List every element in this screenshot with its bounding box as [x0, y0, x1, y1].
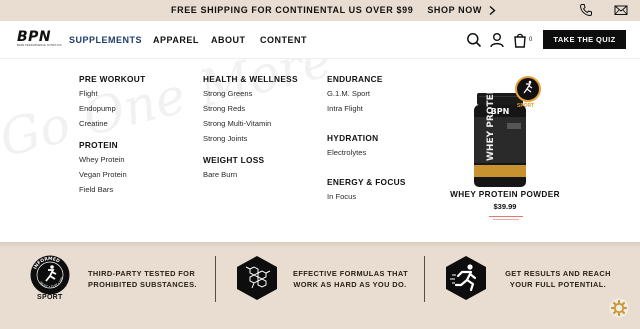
- menu-link-whey-protein[interactable]: Whey Protein: [79, 152, 145, 167]
- group-title-weight-loss: WEIGHT LOSS: [203, 155, 265, 165]
- menu-link-intra-flight[interactable]: Intra Flight: [327, 101, 406, 116]
- shop-now-link[interactable]: SHOP NOW: [427, 5, 482, 15]
- benefit-text-tested: THIRD-PARTY TESTED FOR PROHIBITED SUBSTA…: [88, 268, 197, 290]
- phone-icon[interactable]: [579, 3, 593, 17]
- benefit-divider: [215, 256, 216, 302]
- promo-message[interactable]: FREE SHIPPING FOR CONTINENTAL US OVER $9…: [171, 5, 496, 15]
- take-the-quiz-button[interactable]: TAKE THE QUIZ: [543, 30, 626, 49]
- group-title-endurance: ENDURANCE: [327, 74, 383, 84]
- brand-logo[interactable]: BPN BARE PERFORMANCE NUTRITION: [17, 29, 62, 49]
- runner-mini-icon: [523, 80, 533, 94]
- menu-column-3: ENDURANCE G.1.M. Sport Intra Flight HYDR…: [327, 73, 406, 204]
- nav-about[interactable]: ABOUT: [211, 35, 246, 45]
- menu-link-in-focus[interactable]: In Focus: [327, 189, 406, 204]
- benefit-divider: [424, 256, 425, 302]
- sport-label: SPORT: [37, 294, 63, 301]
- menu-link-electrolytes[interactable]: Electrolytes: [327, 145, 406, 160]
- menu-column-2: HEALTH & WELLNESS Strong Greens Strong R…: [203, 73, 298, 182]
- benefits-strip: INFORMED TRUST • TEST • SPORT SPORT THIR…: [0, 248, 640, 329]
- benefit-text-formulas: EFFECTIVE FORMULAS THAT WORK AS HARD AS …: [293, 268, 408, 290]
- nav-supplements[interactable]: SUPPLEMENTS: [69, 35, 142, 45]
- menu-link-strong-joints[interactable]: Strong Joints: [203, 131, 298, 146]
- menu-link-flight[interactable]: Flight: [79, 86, 145, 101]
- menu-link-field-bars[interactable]: Field Bars: [79, 182, 145, 197]
- price-underline: [489, 216, 523, 217]
- gear-icon[interactable]: [609, 298, 629, 318]
- menu-link-strong-greens[interactable]: Strong Greens: [203, 86, 298, 101]
- group-title-protein: PROTEIN: [79, 140, 118, 150]
- jar-label: WHEY PROTEIN: [486, 93, 496, 161]
- benefit-1-line-2: PROHIBITED SUBSTANCES.: [88, 280, 197, 289]
- cart-icon[interactable]: [512, 32, 528, 48]
- menu-link-bare-burn[interactable]: Bare Burn: [203, 167, 298, 182]
- informed-sport-badge-icon: INFORMED TRUST • TEST • SPORT: [29, 254, 70, 295]
- menu-link-strong-reds[interactable]: Strong Reds: [203, 101, 298, 116]
- search-icon[interactable]: [466, 32, 482, 48]
- benefit-text-results: GET RESULTS AND REACH YOUR FULL POTENTIA…: [505, 268, 611, 290]
- menu-link-endopump[interactable]: Endopump: [79, 101, 145, 116]
- group-title-health-wellness: HEALTH & WELLNESS: [203, 74, 298, 84]
- mini-badge-label: SPORT: [517, 103, 535, 109]
- user-icon[interactable]: [489, 32, 505, 48]
- benefit-2-line-2: WORK AS HARD AS YOU DO.: [293, 280, 407, 289]
- group-title-pre-workout: PRE WORKOUT: [79, 74, 146, 84]
- promo-text: FREE SHIPPING FOR CONTINENTAL US OVER $9…: [171, 5, 414, 15]
- featured-product-name[interactable]: WHEY PROTEIN POWDER: [449, 190, 561, 199]
- informed-sport-mini-badge: [515, 76, 541, 102]
- runner-hexagon-icon: [446, 256, 486, 300]
- benefit-2-line-1: EFFECTIVE FORMULAS THAT: [293, 269, 408, 278]
- molecule-hexagon-icon: [237, 256, 277, 300]
- nav-content[interactable]: CONTENT: [260, 35, 307, 45]
- logo-wordmark: BPN: [17, 29, 52, 45]
- price-underline-secondary: [493, 219, 519, 220]
- group-title-energy-focus: ENERGY & FOCUS: [327, 177, 406, 187]
- main-header: BPN BARE PERFORMANCE NUTRITION SUPPLEMEN…: [0, 21, 640, 58]
- cart-count: 0: [529, 37, 533, 43]
- chevron-right-icon: [489, 5, 496, 15]
- benefit-3-line-1: GET RESULTS AND REACH: [505, 269, 611, 278]
- supplements-mega-menu: Go One More PRE WORKOUT Flight Endopump …: [0, 58, 640, 242]
- menu-link-vegan-protein[interactable]: Vegan Protein: [79, 167, 145, 182]
- menu-link-strong-multi-vitamin[interactable]: Strong Multi-Vitamin: [203, 116, 298, 131]
- logo-tagline: BARE PERFORMANCE NUTRITION: [17, 44, 62, 47]
- nav-apparel[interactable]: APPAREL: [153, 35, 199, 45]
- menu-column-1: PRE WORKOUT Flight Endopump Creatine PRO…: [79, 73, 145, 197]
- benefit-3-line-2: YOUR FULL POTENTIAL.: [509, 280, 607, 289]
- mail-icon[interactable]: [614, 3, 628, 17]
- menu-link-creatine[interactable]: Creatine: [79, 116, 145, 131]
- group-title-hydration: HYDRATION: [327, 133, 379, 143]
- menu-link-g1m-sport[interactable]: G.1.M. Sport: [327, 86, 406, 101]
- benefit-1-line-1: THIRD-PARTY TESTED FOR: [88, 269, 196, 278]
- promo-bar: FREE SHIPPING FOR CONTINENTAL US OVER $9…: [0, 0, 640, 21]
- featured-product-price: $39.99: [493, 202, 517, 211]
